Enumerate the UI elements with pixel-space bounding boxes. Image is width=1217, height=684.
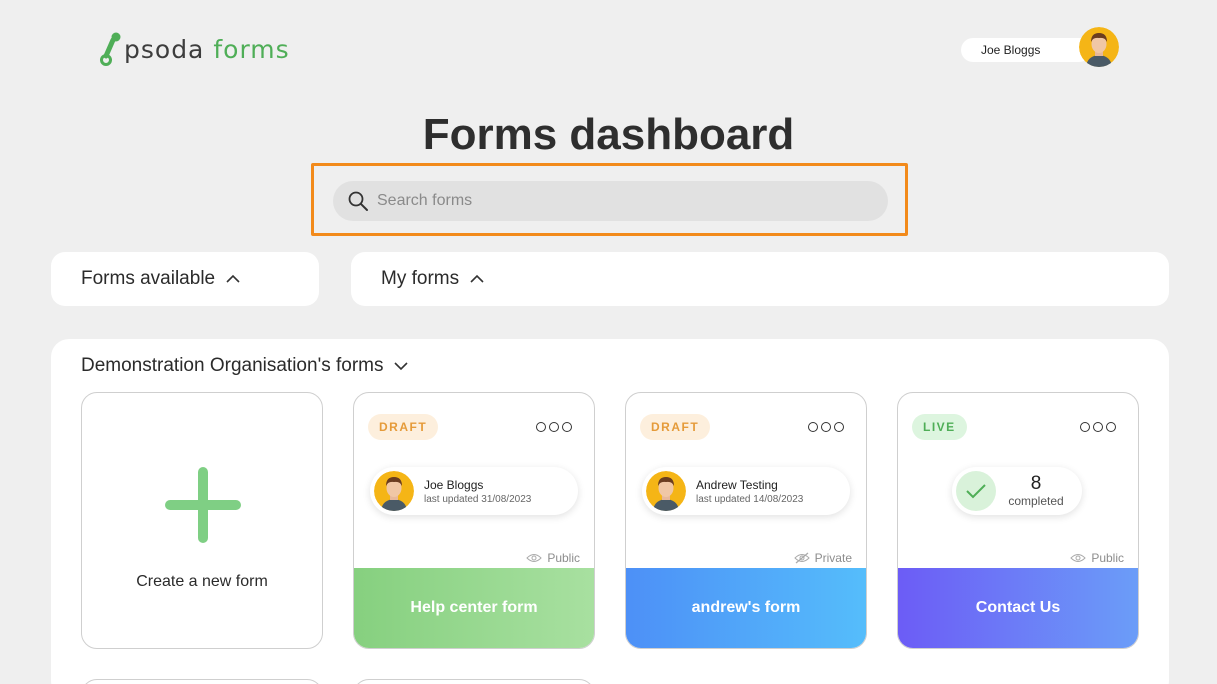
status-badge: LIVE	[912, 414, 967, 440]
search-input[interactable]	[377, 192, 857, 210]
psoda-forms-logo[interactable]: psoda forms	[100, 30, 290, 68]
form-card-partial[interactable]	[353, 679, 595, 684]
form-card[interactable]: LIVE 8 completed Public Contact Us	[897, 392, 1139, 649]
visibility-label: Private	[814, 551, 852, 565]
chevron-up-icon	[225, 274, 241, 284]
user-avatar[interactable]	[1079, 27, 1119, 67]
last-updated: last updated 14/08/2023	[696, 493, 804, 505]
chevron-down-icon	[393, 361, 409, 371]
last-updated: last updated 31/08/2023	[424, 493, 532, 505]
completed-number: 8	[1030, 472, 1042, 494]
form-card-partial[interactable]	[81, 679, 323, 684]
avatar	[374, 471, 414, 511]
visibility-indicator: Public	[1070, 551, 1124, 565]
more-options-icon[interactable]	[1080, 422, 1116, 432]
psoda-logo-icon	[100, 32, 121, 66]
user-name: Joe Bloggs	[981, 43, 1041, 57]
page-title: Forms dashboard	[422, 110, 795, 159]
form-title-footer[interactable]: andrew's form	[626, 568, 866, 648]
logo-text-forms: forms	[213, 34, 290, 64]
form-card[interactable]: DRAFT Joe Bloggs last updated 31/08/2023…	[353, 392, 595, 649]
create-form-label: Create a new form	[136, 573, 268, 590]
visibility-label: Public	[547, 551, 580, 565]
form-title-footer[interactable]: Help center form	[354, 568, 594, 648]
eye-icon	[526, 554, 543, 562]
form-card[interactable]: DRAFT Andrew Testing last updated 14/08/…	[625, 392, 867, 649]
organisation-section-toggle[interactable]: Demonstration Organisation's forms	[81, 355, 409, 377]
form-title-footer[interactable]: Contact Us	[898, 568, 1138, 648]
eye-icon	[1070, 554, 1087, 562]
create-form-card[interactable]: Create a new form	[81, 392, 323, 649]
visibility-indicator: Public	[526, 551, 580, 565]
plus-icon	[165, 467, 241, 543]
search-bar[interactable]	[333, 181, 888, 221]
visibility-label: Public	[1091, 551, 1124, 565]
tab-forms-available[interactable]: Forms available	[51, 252, 319, 306]
form-title: Contact Us	[975, 599, 1061, 616]
more-options-icon[interactable]	[536, 422, 572, 432]
form-title: andrew's form	[691, 599, 801, 616]
eye-off-icon	[793, 552, 810, 564]
user-menu[interactable]: Joe Bloggs	[961, 38, 1091, 62]
status-badge: DRAFT	[368, 414, 439, 440]
tab-forms-available-label: Forms available	[81, 268, 216, 289]
owner-info: Andrew Testing last updated 14/08/2023	[642, 467, 850, 515]
form-title: Help center form	[410, 599, 538, 616]
visibility-indicator: Private	[793, 551, 852, 565]
search-icon	[348, 191, 368, 211]
tab-my-forms[interactable]: My forms	[351, 252, 1169, 306]
organisation-title: Demonstration Organisation's forms	[81, 355, 384, 376]
chevron-up-icon	[469, 274, 485, 284]
owner-name: Andrew Testing	[696, 477, 778, 492]
check-icon	[956, 471, 996, 511]
logo-text-psoda: psoda	[124, 34, 205, 64]
completed-label: completed	[1008, 494, 1064, 509]
logo-text: psoda forms	[124, 37, 290, 62]
avatar	[646, 471, 686, 511]
owner-info: Joe Bloggs last updated 31/08/2023	[370, 467, 578, 515]
status-badge: DRAFT	[640, 414, 711, 440]
completed-count: 8 completed	[952, 467, 1082, 515]
owner-name: Joe Bloggs	[424, 477, 484, 492]
tab-my-forms-label: My forms	[381, 268, 460, 289]
more-options-icon[interactable]	[808, 422, 844, 432]
